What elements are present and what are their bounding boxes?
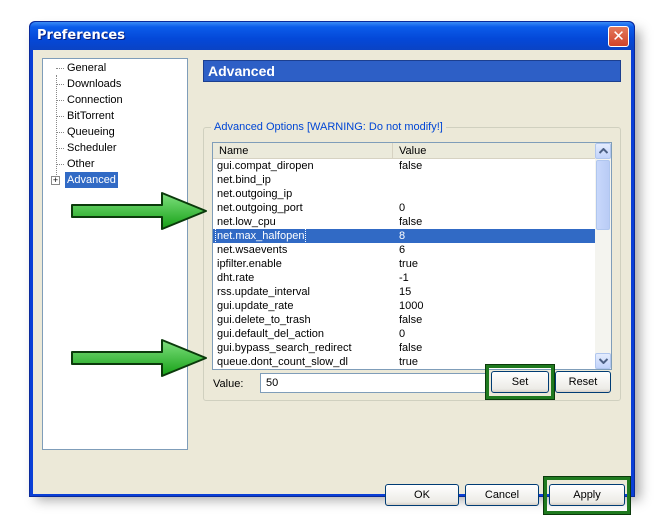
option-name: ipfilter.enable <box>217 258 282 270</box>
option-name: dht.rate <box>217 272 255 284</box>
option-value: -1 <box>399 272 409 284</box>
table-row[interactable]: gui.bypass_search_redirect false <box>213 341 596 355</box>
option-value: 15 <box>399 286 412 298</box>
option-value: false <box>399 216 423 228</box>
preferences-window: Preferences ✕ General Downloads Connecti… <box>29 21 635 515</box>
close-icon: ✕ <box>612 27 625 45</box>
table-row[interactable]: gui.default_del_action 0 <box>213 327 596 341</box>
up-arrow-icon <box>598 147 608 154</box>
option-value: false <box>399 314 423 326</box>
table-row[interactable]: gui.update_rate 1000 <box>213 299 596 313</box>
value-label: Value: <box>213 378 244 390</box>
table-row[interactable]: ipfilter.enable true <box>213 257 596 271</box>
window-title: Preferences <box>37 28 125 43</box>
value-input[interactable] <box>260 373 488 393</box>
option-name: net.low_cpu <box>217 216 276 228</box>
sidebar-item-label: Connection <box>67 94 123 106</box>
option-value: true <box>399 356 418 368</box>
sidebar-item-label: Advanced <box>65 172 118 188</box>
close-button[interactable]: ✕ <box>608 26 629 47</box>
list-rows: gui.compat_diropen false net.bind_ip net.ou… <box>213 159 596 369</box>
option-value: 6 <box>399 244 406 256</box>
table-row[interactable]: rss.update_interval 15 <box>213 285 596 299</box>
down-arrow-icon <box>598 358 608 365</box>
apply-button[interactable]: Apply <box>549 484 625 506</box>
table-row[interactable]: net.outgoing_ip <box>213 187 596 201</box>
option-name: gui.update_rate <box>217 300 294 312</box>
table-row[interactable]: net.wsaevents 6 <box>213 243 596 257</box>
option-value: 0 <box>399 202 406 214</box>
option-value: 1000 <box>399 300 424 312</box>
column-header-value[interactable]: Value <box>393 143 596 159</box>
scroll-up-button[interactable] <box>595 143 611 159</box>
option-value: 8 <box>399 230 406 242</box>
vertical-scrollbar[interactable] <box>595 143 611 369</box>
option-value: 0 <box>399 328 406 340</box>
table-row[interactable]: net.max_halfopen 8 <box>213 228 596 244</box>
dialog-body: General Downloads Connection BitTorrent … <box>33 50 631 515</box>
sidebar-item-label: Other <box>67 158 95 170</box>
sidebar-item-label: Queueing <box>67 126 115 138</box>
option-name: gui.bypass_search_redirect <box>217 342 352 354</box>
option-name: rss.update_interval <box>217 286 310 298</box>
sidebar-item-label: Downloads <box>67 78 122 90</box>
ok-button[interactable]: OK <box>385 484 459 506</box>
category-tree[interactable]: General Downloads Connection BitTorrent … <box>42 58 188 450</box>
reset-button[interactable]: Reset <box>555 371 611 393</box>
sidebar-item-label: General <box>67 62 107 74</box>
option-name: queue.dont_count_slow_dl <box>217 356 348 368</box>
option-name: net.wsaevents <box>217 244 288 256</box>
advanced-options-list[interactable]: Name Value gui.compat_diropen false net.bi… <box>212 142 612 370</box>
set-button[interactable]: Set <box>491 371 549 393</box>
list-header: Name Value <box>213 143 596 159</box>
section-title: Advanced <box>208 63 275 79</box>
table-row[interactable]: net.low_cpu false <box>213 215 596 229</box>
option-name: net.bind_ip <box>217 174 271 186</box>
column-header-name[interactable]: Name <box>213 143 393 159</box>
option-name: gui.compat_diropen <box>217 160 314 172</box>
scroll-down-button[interactable] <box>595 353 611 369</box>
table-row[interactable]: gui.delete_to_trash false <box>213 313 596 327</box>
table-row[interactable]: net.outgoing_port 0 <box>213 201 596 215</box>
option-value: false <box>399 160 423 172</box>
option-name: gui.default_del_action <box>217 328 325 340</box>
option-name: net.outgoing_ip <box>217 188 293 200</box>
option-name: net.outgoing_port <box>217 202 303 214</box>
title-bar[interactable]: Preferences ✕ <box>30 22 634 50</box>
green-arrow-icon <box>71 339 207 377</box>
option-name: net.max_halfopen <box>214 228 307 244</box>
table-row[interactable]: gui.compat_diropen false <box>213 159 596 173</box>
group-label: Advanced Options [WARNING: Do not modify… <box>211 121 446 133</box>
green-arrow-icon <box>71 192 207 230</box>
cancel-button[interactable]: Cancel <box>465 484 539 506</box>
option-value: true <box>399 258 418 270</box>
section-header: Advanced <box>203 60 621 82</box>
sidebar-item-label: Scheduler <box>67 142 117 154</box>
table-row[interactable]: dht.rate -1 <box>213 271 596 285</box>
option-name: gui.delete_to_trash <box>217 314 311 326</box>
tree-guide-line <box>56 75 57 181</box>
scrollbar-thumb[interactable] <box>596 160 610 230</box>
table-row[interactable]: net.bind_ip <box>213 173 596 187</box>
sidebar-item-label: BitTorrent <box>67 110 115 122</box>
expand-icon[interactable]: + <box>51 176 60 185</box>
option-value: false <box>399 342 423 354</box>
